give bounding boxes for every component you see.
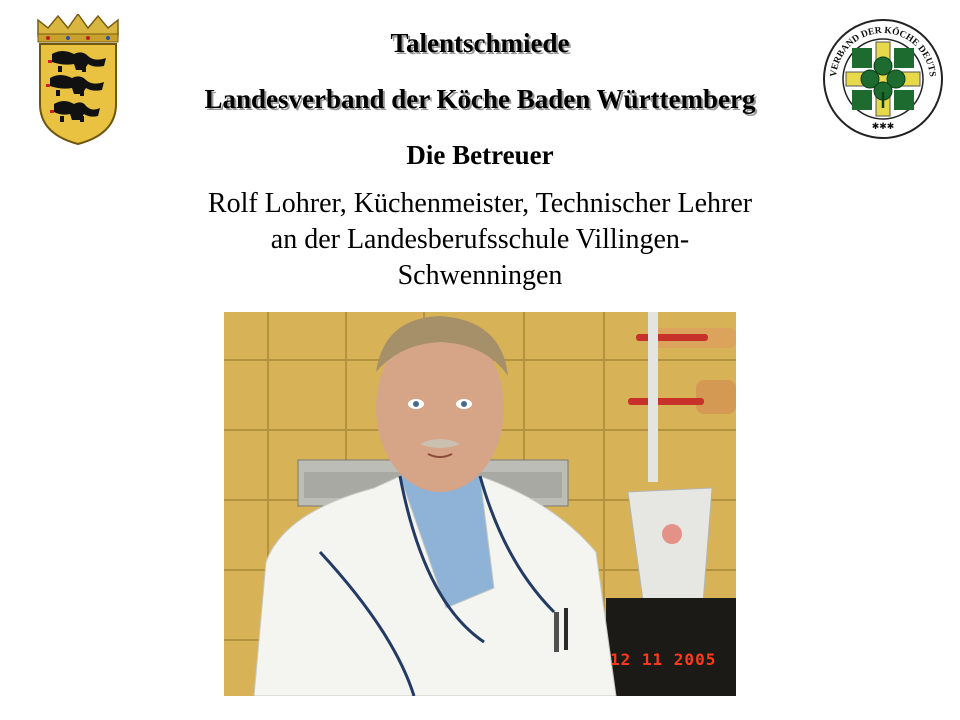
description-line: Rolf Lohrer, Küchenmeister, Technischer … [207, 188, 753, 219]
description-line: Schwenningen [397, 260, 563, 291]
section-heading: Die Betreuer [406, 140, 554, 170]
photo-chef [224, 312, 736, 696]
page-title: Talentschmiede [390, 28, 570, 58]
organization-name: Landesverband der Köche Baden Württember… [204, 84, 756, 114]
photo-date-stamp: 12 11 2005 [610, 650, 717, 669]
person-description: Rolf Lohrer, Küchenmeister, Technischer … [160, 186, 800, 294]
verband-seal-logo: VERBAND DER KÖCHE DEUTSCHLANDS e.V. ✱✱✱ [822, 18, 943, 139]
description-line: an der Landesberufsschule Villingen- [270, 224, 690, 255]
svg-text:✱✱✱: ✱✱✱ [872, 121, 895, 131]
